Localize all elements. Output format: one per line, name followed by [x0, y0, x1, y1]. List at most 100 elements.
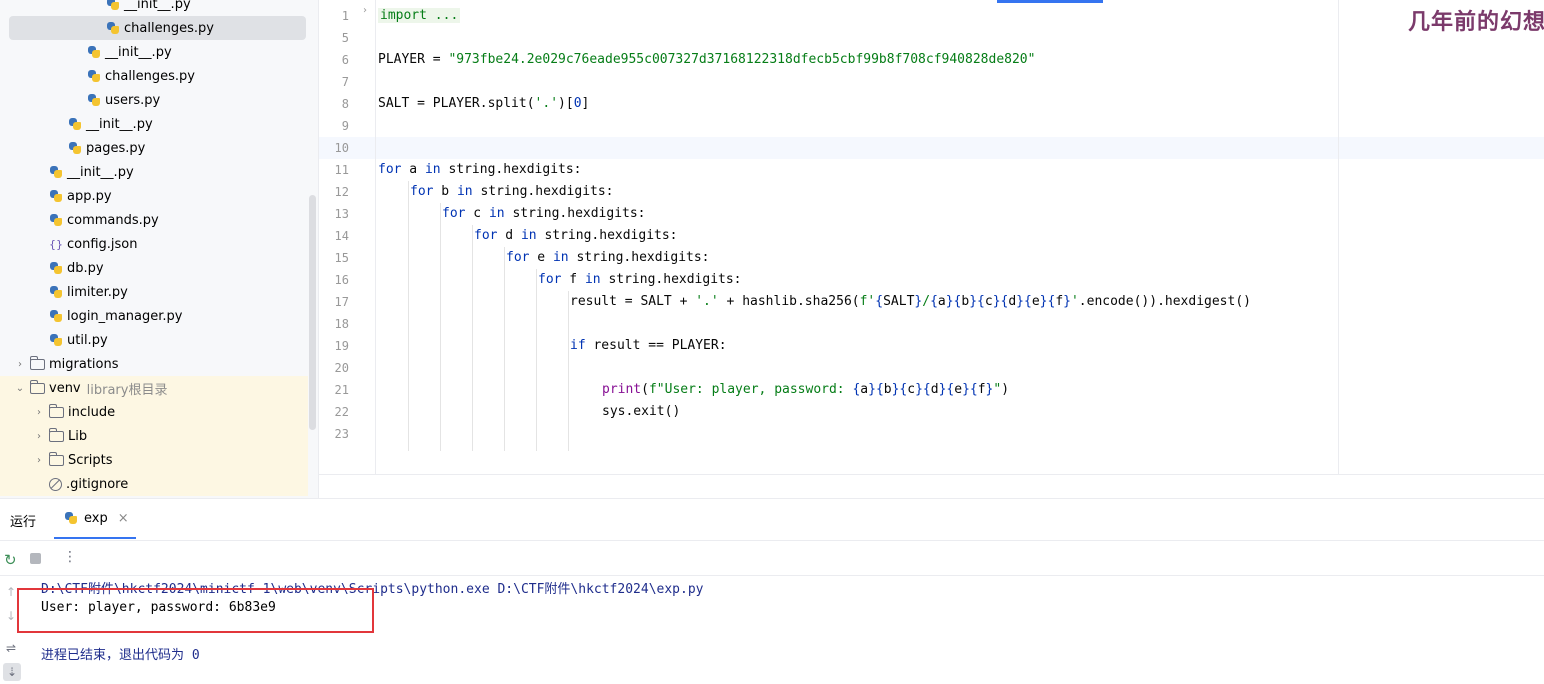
- tree-item-lib[interactable]: › Lib: [0, 424, 308, 448]
- tree-item-gitignore[interactable]: .gitignore: [0, 472, 308, 496]
- code-token: f: [1055, 294, 1064, 309]
- code-token: string.hexdigits:: [536, 228, 678, 243]
- code-line[interactable]: for d in string.hexdigits:: [474, 225, 678, 247]
- code-token: )[: [558, 96, 574, 111]
- code-token: }{: [1016, 294, 1032, 309]
- code-token: result = SALT +: [570, 294, 696, 309]
- code-token: d: [930, 382, 939, 397]
- code-token: b: [883, 382, 892, 397]
- line-number: 15: [334, 251, 349, 265]
- tree-item-app-py[interactable]: app.py: [0, 184, 308, 208]
- code-token: a: [401, 162, 425, 177]
- code-line[interactable]: PLAYER = "973fbe24.2e029c76eade955c00732…: [378, 49, 1035, 71]
- tree-item-label: commands.py: [67, 212, 159, 228]
- run-tab-exp[interactable]: exp ×: [54, 499, 136, 539]
- python-file-icon: [68, 117, 82, 131]
- code-line[interactable]: for f in string.hexdigits:: [538, 269, 742, 291]
- line-number: 7: [341, 75, 349, 89]
- code-line[interactable]: sys.exit(): [602, 401, 680, 423]
- code-editor[interactable]: › 1 5 6 7 8 9 10 11 12 13 14 15 16 17 18 19 20 21 22 23 imp…: [319, 0, 1544, 474]
- toolbar-divider: [0, 575, 1544, 576]
- code-token: in: [424, 162, 441, 177]
- tree-item-label: __init__.py: [67, 164, 134, 180]
- tree-item-limiter-py[interactable]: limiter.py: [0, 280, 308, 304]
- code-token: in: [520, 228, 537, 243]
- tree-item-label: include: [68, 404, 116, 420]
- code-token: /: [922, 294, 931, 309]
- chevron-right-icon[interactable]: ›: [33, 431, 45, 442]
- tree-item-login-manager-py[interactable]: login_manager.py: [0, 304, 308, 328]
- tree-item-scripts[interactable]: › Scripts: [0, 448, 308, 472]
- code-token: import ...: [378, 8, 461, 23]
- tree-item-label: app.py: [67, 188, 112, 204]
- code-token: c: [984, 294, 993, 309]
- tree-item-include[interactable]: › include: [0, 400, 308, 424]
- code-line[interactable]: for c in string.hexdigits:: [442, 203, 646, 225]
- fold-expand-icon[interactable]: ›: [363, 5, 367, 16]
- chevron-right-icon[interactable]: ›: [33, 455, 45, 466]
- code-line[interactable]: import ...: [378, 5, 461, 27]
- code-line[interactable]: for b in string.hexdigits:: [410, 181, 614, 203]
- python-file-icon: [64, 511, 78, 525]
- code-token: in: [552, 250, 569, 265]
- code-token: string.hexdigits:: [600, 272, 742, 287]
- code-line[interactable]: for a in string.hexdigits:: [378, 159, 582, 181]
- tree-item-init-py[interactable]: __init__.py: [0, 112, 308, 136]
- tree-item-challenges-py[interactable]: challenges.py: [0, 64, 308, 88]
- rerun-icon[interactable]: ↻: [4, 551, 17, 569]
- code-line[interactable]: result = SALT + '.' + hashlib.sha256(f'{…: [570, 291, 1251, 313]
- code-token: 0: [573, 96, 582, 111]
- code-token: {: [875, 294, 884, 309]
- arrow-down-icon[interactable]: ↓: [6, 609, 16, 623]
- folder-icon: [30, 379, 45, 394]
- more-options-icon[interactable]: ⋮: [63, 549, 77, 565]
- code-token: (: [641, 382, 649, 397]
- soft-wrap-icon[interactable]: ⇌: [6, 641, 16, 655]
- run-panel-title: 运行: [10, 515, 37, 530]
- code-token: c: [907, 382, 916, 397]
- tree-item-init-py[interactable]: __init__.py: [0, 40, 308, 64]
- tree-item-init-py[interactable]: __init__.py: [0, 160, 308, 184]
- editor-status-area: [319, 474, 1544, 499]
- tree-scrollbar[interactable]: [309, 195, 316, 430]
- chevron-right-icon[interactable]: ›: [14, 359, 26, 370]
- tree-item-label: Scripts: [68, 452, 113, 468]
- tree-item-util-py[interactable]: util.py: [0, 328, 308, 352]
- tree-item-commands-py[interactable]: commands.py: [0, 208, 308, 232]
- code-line[interactable]: SALT = PLAYER.split('.')[0]: [378, 93, 589, 115]
- tree-item-config-json[interactable]: {} config.json: [0, 232, 308, 256]
- code-line[interactable]: print(f"User: player, password: {a}{b}{c…: [602, 379, 1009, 401]
- tree-item-label: .gitignore: [66, 476, 129, 492]
- tree-item-migrations[interactable]: › migrations: [0, 352, 308, 376]
- tree-item-label: users.py: [105, 92, 161, 108]
- code-token: a: [860, 382, 869, 397]
- chevron-right-icon[interactable]: ›: [33, 407, 45, 418]
- close-icon[interactable]: ×: [118, 511, 129, 526]
- python-file-icon: [68, 141, 82, 155]
- tree-item-init-py[interactable]: __init__.py: [0, 0, 308, 16]
- code-token: e: [1031, 294, 1040, 309]
- indent-guide: [408, 181, 409, 451]
- arrow-up-icon[interactable]: ↑: [6, 585, 16, 599]
- code-line[interactable]: for e in string.hexdigits:: [506, 247, 710, 269]
- python-file-icon: [106, 21, 120, 35]
- tree-item-venv[interactable]: ⌄ venv library根目录: [0, 376, 308, 400]
- chevron-down-icon[interactable]: ⌄: [14, 383, 26, 394]
- code-token: if: [570, 338, 586, 353]
- scroll-to-end-icon[interactable]: ⇣: [3, 663, 21, 681]
- tree-item-users-py[interactable]: users.py: [0, 88, 308, 112]
- code-token: '.': [534, 96, 559, 111]
- indent-guide: [568, 291, 569, 451]
- editor-tab-indicator: [997, 0, 1103, 3]
- tree-item-challenges-py[interactable]: challenges.py: [9, 16, 306, 40]
- stop-icon[interactable]: [30, 553, 41, 564]
- tree-item-pages-py[interactable]: pages.py: [0, 136, 308, 160]
- tree-item-db-py[interactable]: db.py: [0, 256, 308, 280]
- code-token: }{: [962, 382, 978, 397]
- folder-icon: [30, 355, 45, 370]
- code-token: }{: [868, 382, 884, 397]
- watermark-text: 几年前的幻想: [1408, 9, 1544, 35]
- line-number: 6: [341, 53, 349, 67]
- toolbar-divider: [0, 540, 1544, 541]
- code-line[interactable]: if result == PLAYER:: [570, 335, 727, 357]
